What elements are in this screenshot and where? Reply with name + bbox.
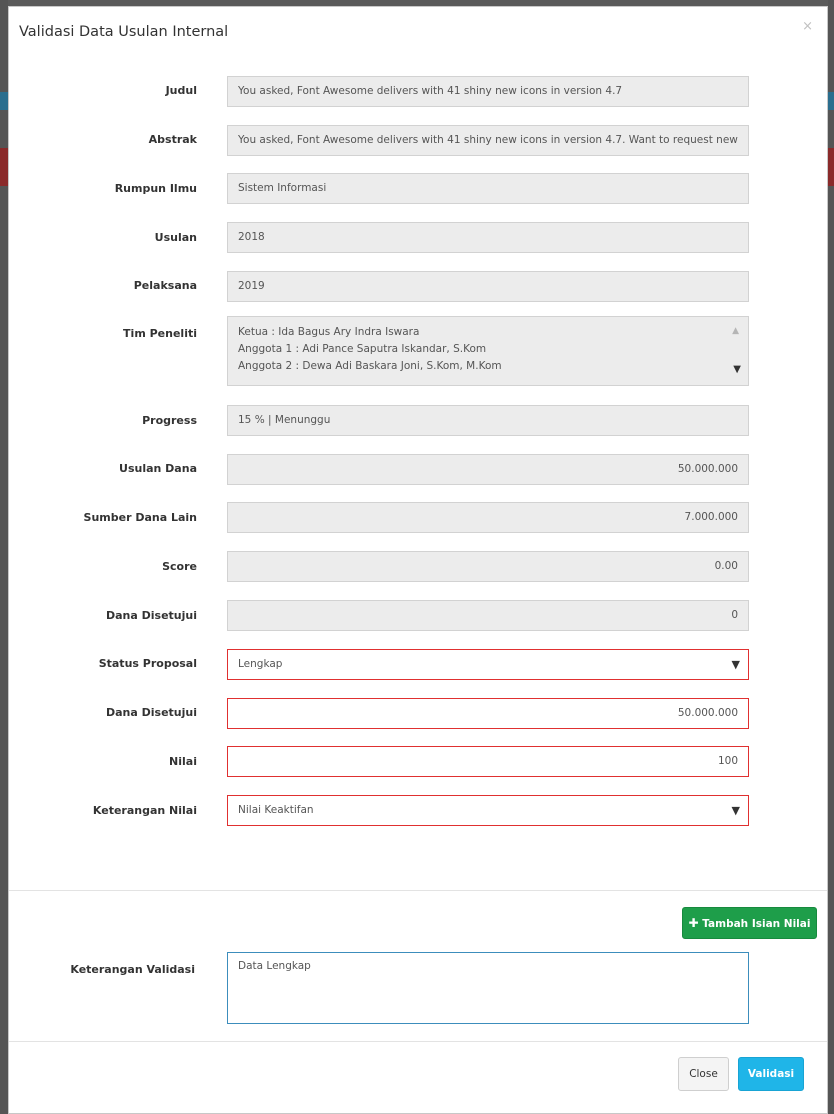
dana-disetujui-label: Dana Disetujui bbox=[105, 706, 197, 719]
keterangan-nilai-value: Nilai Keaktifan bbox=[238, 804, 314, 816]
tim-peneliti-line: Ketua : Ida Bagus Ary Indra Iswara bbox=[238, 326, 420, 338]
status-proposal-label: Status Proposal bbox=[98, 657, 197, 670]
keterangan-nilai-select[interactable]: Nilai Keaktifan ▼ bbox=[227, 795, 749, 826]
score-field[interactable]: 0.00 bbox=[227, 551, 749, 582]
modal-title: Validasi Data Usulan Internal bbox=[19, 24, 229, 40]
rumpun-ilmu-label: Rumpun Ilmu bbox=[114, 182, 197, 195]
keterangan-validasi-label: Keterangan Validasi bbox=[70, 963, 195, 976]
section-divider bbox=[9, 890, 827, 891]
keterangan-nilai-label: Keterangan Nilai bbox=[92, 804, 197, 817]
tim-peneliti-line: Anggota 1 : Adi Pance Saputra Iskandar, … bbox=[238, 343, 487, 355]
scroll-down-icon[interactable]: ▼ bbox=[733, 361, 741, 378]
footer-divider bbox=[9, 1041, 827, 1042]
abstrak-field[interactable]: You asked, Font Awesome delivers with 41… bbox=[227, 125, 749, 156]
sumber-dana-lain-field[interactable]: 7.000.000 bbox=[227, 502, 749, 533]
usulan-label: Usulan bbox=[154, 231, 197, 244]
dana-disetujui-input[interactable]: 50.000.000 bbox=[227, 698, 749, 729]
modal-header: Validasi Data Usulan Internal × bbox=[9, 7, 827, 59]
dropdown-arrow-icon: ▼ bbox=[731, 658, 740, 671]
nilai-input[interactable]: 100 bbox=[227, 746, 749, 777]
backdrop-accent-right-1 bbox=[828, 92, 834, 110]
dana-disetujui-readonly-label: Dana Disetujui bbox=[105, 609, 197, 622]
close-icon[interactable]: × bbox=[802, 19, 813, 34]
plus-icon: ✚ bbox=[688, 916, 699, 930]
progress-field[interactable]: 15 % | Menunggu bbox=[227, 405, 749, 436]
tim-peneliti-textarea[interactable]: Ketua : Ida Bagus Ary Indra Iswara Anggo… bbox=[227, 316, 749, 386]
validation-modal: Validasi Data Usulan Internal × Judul Yo… bbox=[8, 6, 828, 1114]
pelaksana-label: Pelaksana bbox=[133, 279, 197, 292]
dana-disetujui-readonly-field[interactable]: 0 bbox=[227, 600, 749, 631]
judul-label: Judul bbox=[165, 84, 197, 97]
scroll-up-icon[interactable]: ▲ bbox=[732, 323, 739, 340]
progress-label: Progress bbox=[142, 414, 197, 427]
usulan-field[interactable]: 2018 bbox=[227, 222, 749, 253]
backdrop-accent-left-1 bbox=[0, 92, 8, 110]
nilai-label: Nilai bbox=[169, 755, 197, 768]
status-proposal-select[interactable]: Lengkap ▼ bbox=[227, 649, 749, 680]
close-button[interactable]: Close bbox=[678, 1057, 729, 1091]
sumber-dana-lain-label: Sumber Dana Lain bbox=[83, 511, 197, 524]
backdrop-accent-right-2 bbox=[828, 148, 834, 186]
add-score-entry-label: Tambah Isian Nilai bbox=[702, 918, 811, 930]
score-label: Score bbox=[162, 560, 197, 573]
abstrak-label: Abstrak bbox=[148, 133, 197, 146]
backdrop-accent-left-2 bbox=[0, 148, 8, 186]
validasi-button[interactable]: Validasi bbox=[738, 1057, 804, 1091]
keterangan-validasi-textarea[interactable]: Data Lengkap bbox=[227, 952, 749, 1024]
tim-peneliti-line: Anggota 2 : Dewa Adi Baskara Joni, S.Kom… bbox=[238, 360, 502, 372]
pelaksana-field[interactable]: 2019 bbox=[227, 271, 749, 302]
tim-peneliti-label: Tim Peneliti bbox=[123, 327, 197, 340]
judul-field[interactable]: You asked, Font Awesome delivers with 41… bbox=[227, 76, 749, 107]
rumpun-ilmu-field[interactable]: Sistem Informasi bbox=[227, 173, 749, 204]
usulan-dana-field[interactable]: 50.000.000 bbox=[227, 454, 749, 485]
status-proposal-value: Lengkap bbox=[238, 658, 283, 670]
dropdown-arrow-icon: ▼ bbox=[731, 804, 740, 817]
add-score-entry-button[interactable]: ✚ Tambah Isian Nilai bbox=[682, 907, 817, 939]
usulan-dana-label: Usulan Dana bbox=[119, 462, 197, 475]
